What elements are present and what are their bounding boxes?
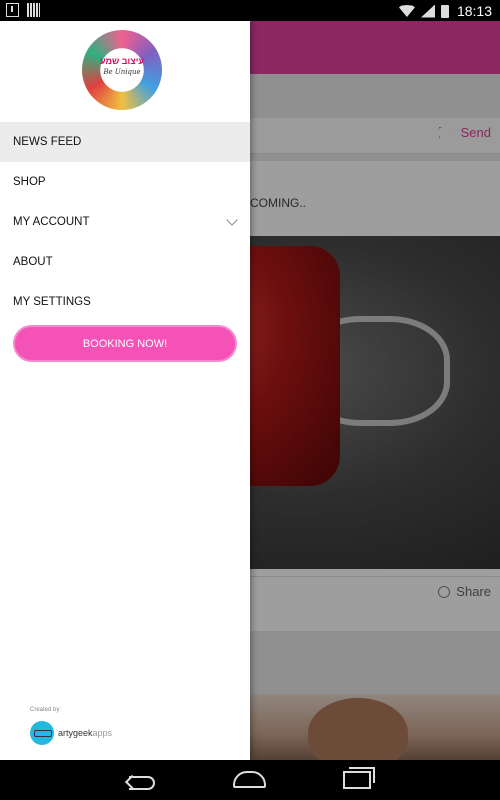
back-icon[interactable] [127, 772, 157, 790]
chevron-down-icon [226, 214, 238, 226]
home-icon[interactable] [233, 771, 266, 788]
navigation-drawer: עיצוב שמע Be Unique NEWS FEED SHOP MY AC… [0, 21, 250, 760]
brand-logo: עיצוב שמע Be Unique [82, 30, 162, 110]
wifi-icon [398, 5, 415, 17]
download-icon [6, 3, 19, 17]
menu-item-label: MY SETTINGS [13, 296, 91, 308]
logo-tagline: Be Unique [103, 68, 141, 76]
menu-item-my-settings[interactable]: MY SETTINGS [0, 282, 250, 322]
menu-item-label: NEWS FEED [13, 136, 82, 148]
logo-hebrew-text: עיצוב שמע [100, 56, 144, 66]
menu-item-label: SHOP [13, 176, 46, 188]
menu-item-shop[interactable]: SHOP [0, 162, 250, 202]
menu-item-news-feed[interactable]: NEWS FEED [0, 122, 250, 162]
status-bar: 18:13 [0, 0, 500, 21]
system-navigation-bar [0, 760, 500, 800]
barcode-icon [27, 3, 40, 17]
credit-label: Created by: [30, 707, 62, 713]
artygeek-logo-icon [30, 721, 54, 745]
signal-icon [420, 4, 435, 18]
battery-icon [440, 4, 449, 18]
menu-item-my-account[interactable]: MY ACCOUNT [0, 202, 250, 242]
status-time: 18:13 [456, 3, 492, 19]
menu-item-about[interactable]: ABOUT [0, 242, 250, 282]
drawer-menu: NEWS FEED SHOP MY ACCOUNT ABOUT MY SETTI… [0, 122, 250, 322]
recent-apps-icon[interactable] [343, 767, 375, 789]
menu-item-label: MY ACCOUNT [13, 216, 90, 228]
developer-name: artygeekapps [58, 728, 113, 738]
booking-now-button[interactable]: BOOKING NOW! [13, 325, 237, 362]
developer-logo[interactable]: artygeekapps [30, 721, 112, 745]
menu-item-label: ABOUT [13, 256, 53, 268]
